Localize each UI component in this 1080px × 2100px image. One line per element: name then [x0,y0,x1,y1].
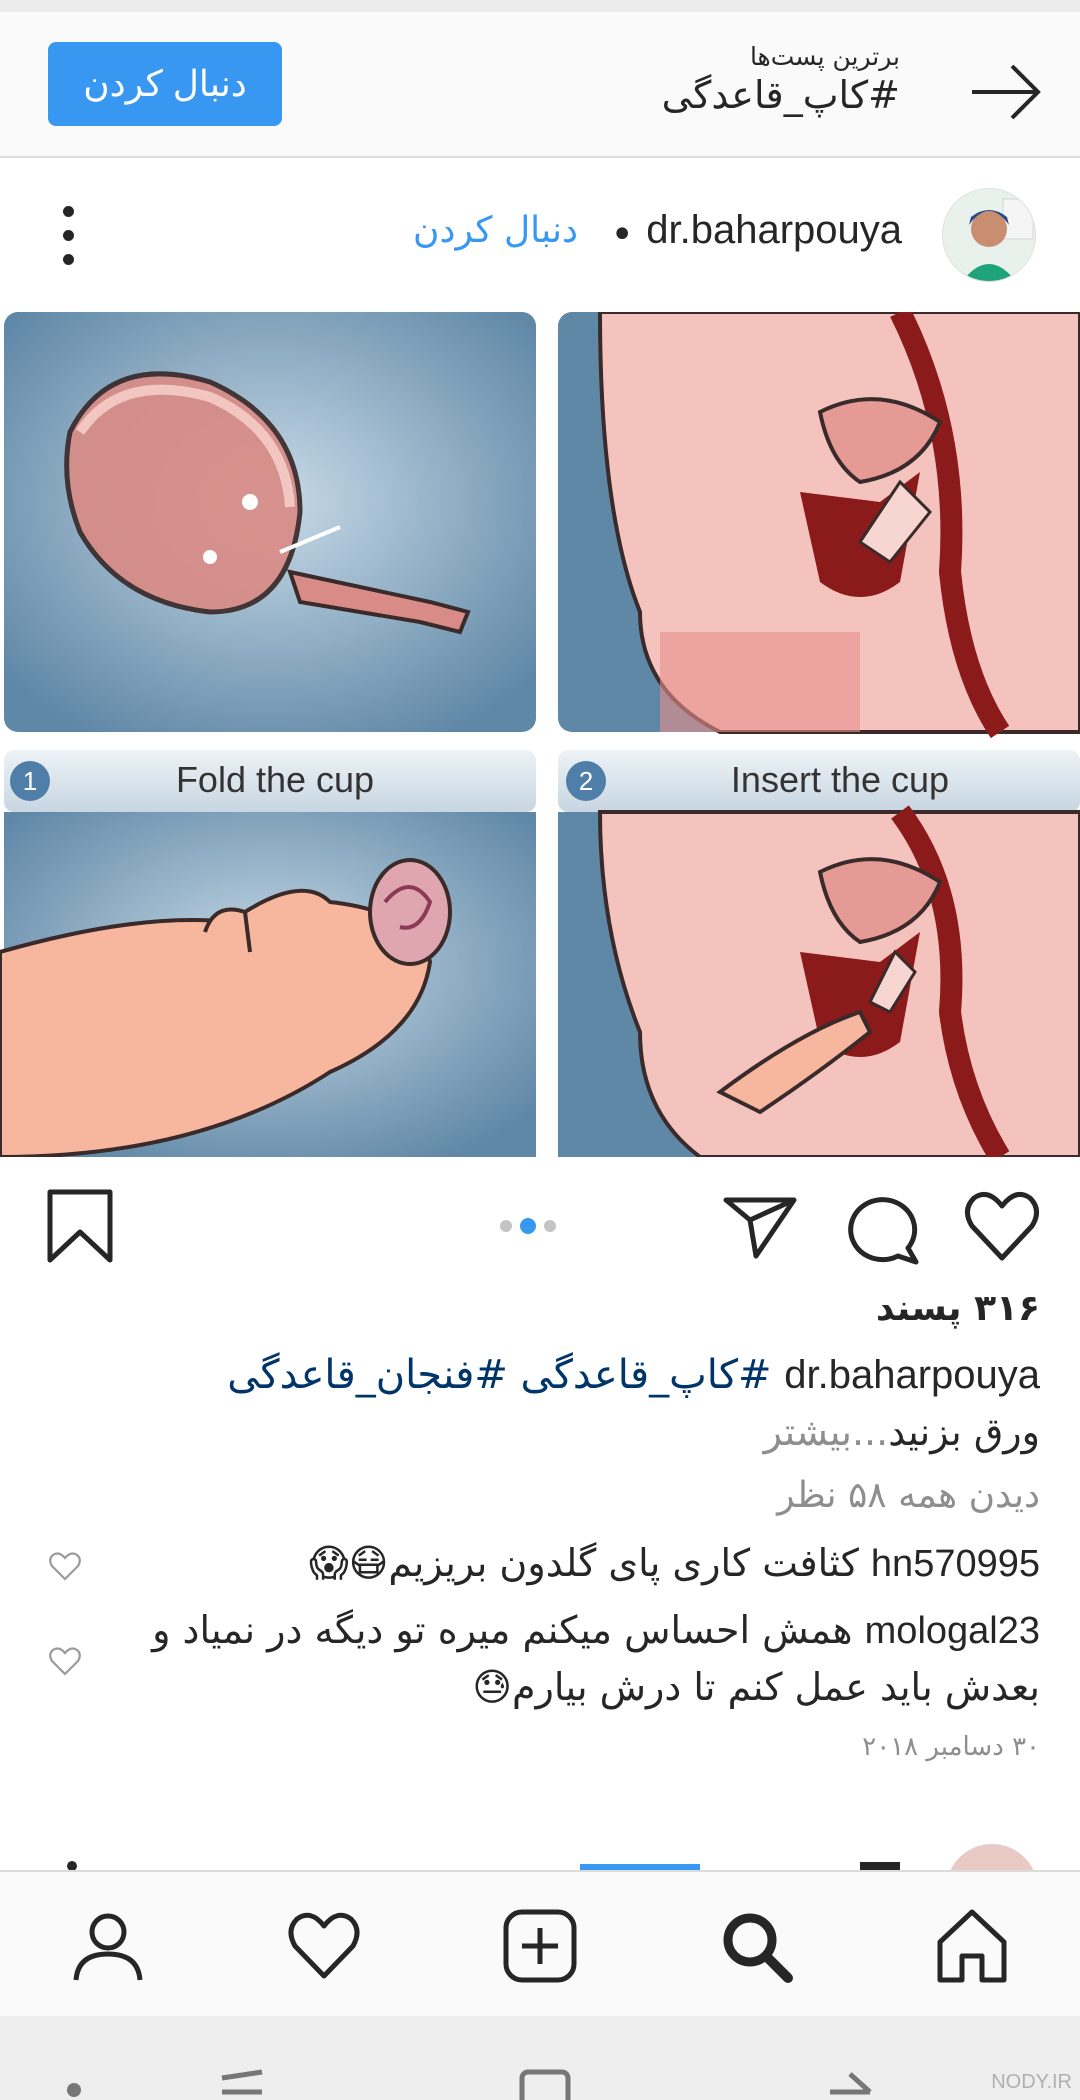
step-label-1: Fold the cup [176,759,374,800]
heart-icon[interactable] [962,1186,1042,1266]
post-username[interactable]: dr.baharpouya [646,208,902,253]
follow-hashtag-button[interactable]: دنبال کردن [48,42,282,126]
separator-dot: • [610,212,634,258]
post-header: dr.baharpouya • دنبال کردن [0,160,1080,310]
caption-hashtags[interactable]: #کاپ_قاعدگی #فنجان_قاعدگی [227,1352,771,1398]
carousel-dot [500,1220,512,1232]
caption-text: ورق بزنید [888,1410,1040,1454]
header-subtitle: برترین پست‌ها [749,42,900,71]
comment-text: کثافت کاری پای گلدون بریزیم😷😱 [309,1541,859,1585]
view-all-comments[interactable]: دیدن همه ۵۸ نظر [777,1475,1040,1516]
step-number-1: 1 [23,766,37,796]
carousel-indicator [500,1218,556,1234]
comment-username[interactable]: hn570995 [871,1543,1040,1585]
more-vertical-icon[interactable] [56,206,80,266]
post-date: ۳۰ دسامبر ۲۰۱۸ [862,1732,1040,1762]
comment: mologal23 همش احساس میکنم میره تو دیگه د… [80,1602,1040,1715]
arrow-right-icon[interactable] [968,54,1044,130]
next-post-peek [0,1840,1080,1870]
post-follow-link[interactable]: دنبال کردن [413,210,578,251]
carousel-dot-active [520,1218,536,1234]
comment-icon[interactable] [842,1186,922,1266]
bookmark-icon[interactable] [40,1186,120,1266]
comment: hn570995 کثافت کاری پای گلدون بریزیم😷😱 [80,1535,1040,1592]
profile-icon[interactable] [70,1908,146,1984]
likes-count[interactable]: ۳۱۶ پسند [876,1288,1040,1329]
header-titles: برترین پست‌ها #کاپ_قاعدگی [662,42,900,117]
comment-heart-icon[interactable] [48,1550,82,1582]
carousel-dot [544,1220,556,1232]
comment-heart-icon[interactable] [48,1645,82,1677]
watermark: NODY.IR [991,2071,1072,2093]
step-label-2: Insert the cup [731,759,949,800]
caption-username[interactable]: dr.baharpouya [784,1353,1040,1397]
avatar[interactable] [942,188,1036,282]
system-nav-bar: NODY.IR [0,2016,1080,2100]
heart-icon[interactable] [286,1908,362,1984]
post-image[interactable]: 1 Fold the cup 2 Insert the cup [0,312,1080,1157]
comment-username[interactable]: mologal23 [865,1610,1040,1652]
caption-line: ورق بزنید...بیشتر [764,1410,1040,1454]
post-actions [0,1160,1080,1290]
bottom-nav [0,1870,1080,2016]
status-strip [0,0,1080,12]
hashtag-title: #کاپ_قاعدگی [661,73,900,117]
add-post-icon[interactable] [502,1908,578,1984]
step-number-2: 2 [579,766,593,796]
home-icon[interactable] [934,1908,1010,1984]
more-link[interactable]: ...بیشتر [764,1410,889,1454]
send-icon[interactable] [720,1186,800,1266]
top-bar: دنبال کردن برترین پست‌ها #کاپ_قاعدگی [0,12,1080,158]
caption: dr.baharpouya #کاپ_قاعدگی #فنجان_قاعدگی [40,1352,1040,1398]
search-icon[interactable] [718,1908,794,1984]
